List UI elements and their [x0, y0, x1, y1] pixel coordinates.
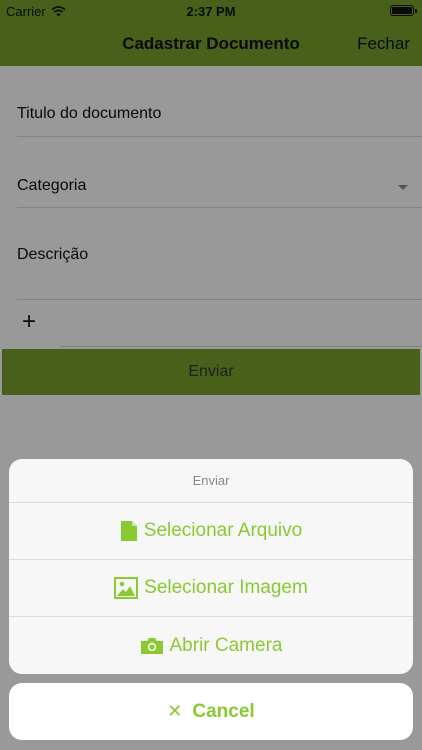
- select-image-button[interactable]: Selecionar Imagem: [9, 560, 413, 617]
- open-camera-label: Abrir Camera: [169, 634, 283, 656]
- action-sheet: Enviar Selecionar Arquivo Selecionar Ima…: [9, 459, 413, 674]
- open-camera-button[interactable]: Abrir Camera: [9, 617, 413, 674]
- file-icon: [120, 521, 137, 541]
- action-sheet-title: Enviar: [9, 459, 413, 503]
- image-icon: [114, 577, 139, 599]
- cancel-label: Cancel: [192, 700, 255, 722]
- select-image-label: Selecionar Imagem: [144, 577, 308, 598]
- camera-icon: [140, 638, 163, 654]
- select-file-button[interactable]: Selecionar Arquivo: [9, 503, 413, 560]
- cancel-button[interactable]: ✕ Cancel: [9, 683, 413, 740]
- select-file-label: Selecionar Arquivo: [143, 520, 303, 541]
- close-icon: ✕: [167, 701, 183, 721]
